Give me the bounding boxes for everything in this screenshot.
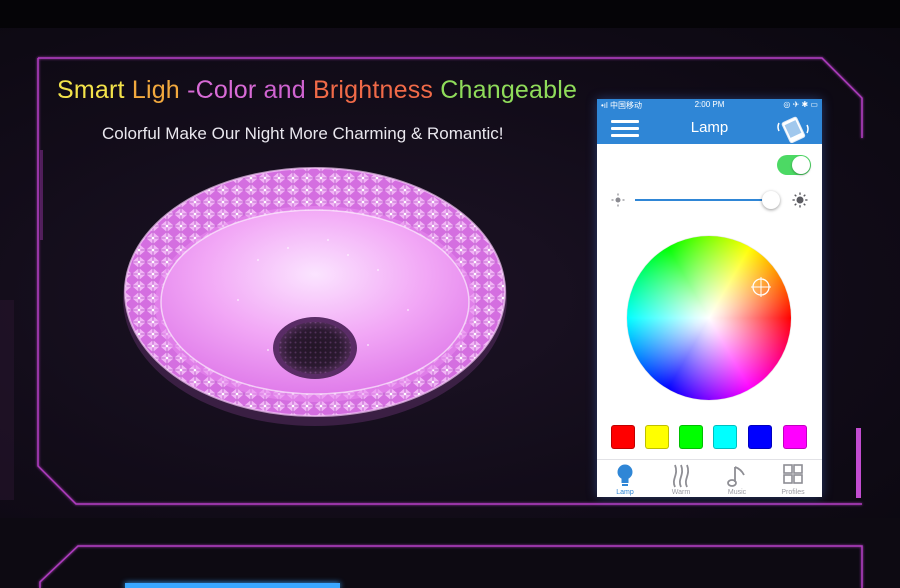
headline-word-ligh: Ligh bbox=[131, 76, 180, 104]
subheadline: Colorful Make Our Night More Charming & … bbox=[102, 124, 504, 143]
tab-music-label: Music bbox=[727, 489, 747, 496]
headline: Smart Ligh -Color and Brightness Changea… bbox=[57, 76, 577, 105]
ceiling-lamp-image bbox=[123, 167, 507, 426]
phone-app-screenshot: •ıl 中国移动 2:00 PM ◎ ✈ ✱ ▭ Lamp Lamp Warm … bbox=[597, 99, 822, 497]
swatch-magenta[interactable] bbox=[783, 425, 807, 449]
warm-icon bbox=[672, 464, 690, 488]
swatch-yellow[interactable] bbox=[645, 425, 669, 449]
status-indicators: ◎ ✈ ✱ ▭ bbox=[783, 100, 818, 109]
brightness-slider-fill bbox=[635, 199, 772, 201]
brightness-slider-thumb[interactable] bbox=[762, 191, 781, 209]
headline-word-color: -Color bbox=[187, 76, 257, 104]
nav-bar: Lamp bbox=[597, 112, 822, 144]
tab-lamp-label: Lamp bbox=[616, 489, 634, 496]
headline-word-and: and bbox=[263, 76, 306, 104]
profiles-icon bbox=[783, 464, 803, 484]
headline-word-brightness: Brightness bbox=[312, 76, 434, 104]
tab-profiles[interactable]: Profiles bbox=[765, 460, 821, 497]
brightness-high-icon bbox=[792, 192, 808, 208]
music-icon bbox=[727, 466, 745, 487]
swatch-red[interactable] bbox=[611, 425, 635, 449]
tab-bar: Lamp Warm Music Profiles bbox=[597, 459, 822, 497]
next-section-glow-bar bbox=[125, 583, 340, 588]
color-picker-target-icon[interactable] bbox=[750, 276, 772, 298]
lamp-icon bbox=[617, 464, 633, 486]
tab-warm-label: Warm bbox=[671, 489, 691, 496]
tab-music[interactable]: Music bbox=[709, 460, 765, 497]
swatch-blue[interactable] bbox=[748, 425, 772, 449]
color-wheel[interactable] bbox=[627, 236, 791, 400]
headline-word-changeable: Changeable bbox=[440, 76, 578, 104]
shake-phone-icon[interactable] bbox=[776, 115, 810, 143]
brightness-slider[interactable] bbox=[635, 191, 781, 209]
brightness-low-icon bbox=[611, 193, 625, 207]
tab-lamp[interactable]: Lamp bbox=[597, 460, 653, 497]
tab-profiles-label: Profiles bbox=[781, 489, 805, 496]
swatch-cyan[interactable] bbox=[713, 425, 737, 449]
power-toggle[interactable] bbox=[777, 155, 811, 175]
power-toggle-knob bbox=[792, 156, 810, 174]
swatch-green[interactable] bbox=[679, 425, 703, 449]
status-bar: •ıl 中国移动 2:00 PM ◎ ✈ ✱ ▭ bbox=[597, 99, 822, 112]
headline-word-smart: Smart bbox=[57, 76, 125, 104]
preset-color-swatches bbox=[609, 425, 814, 451]
tab-warm[interactable]: Warm bbox=[653, 460, 709, 497]
